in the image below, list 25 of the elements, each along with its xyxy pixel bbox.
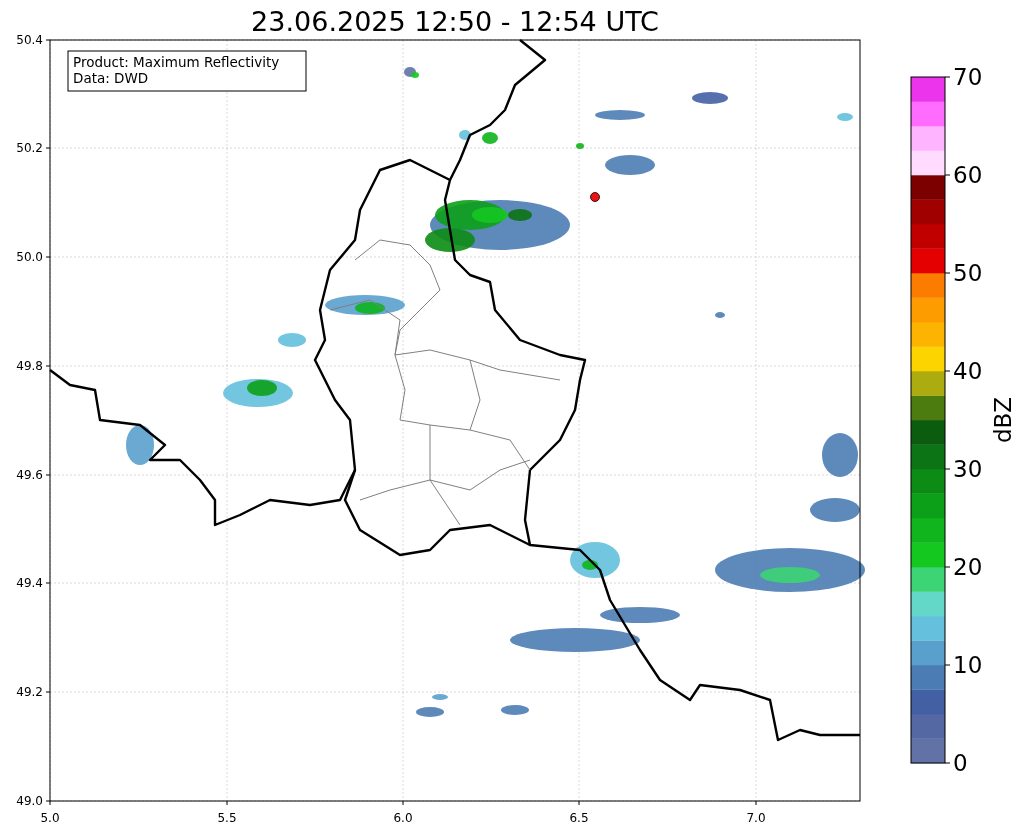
info-text: Data: DWD <box>73 70 149 86</box>
colorbar-tick-label: 10 <box>953 652 983 678</box>
colorbar-tick-label: 40 <box>953 358 983 384</box>
colorbar-tick-label: 50 <box>953 260 983 286</box>
x-tick-label: 6.0 <box>393 811 413 825</box>
chart-title: 23.06.2025 12:50 - 12:54 UTC <box>251 6 659 37</box>
colorbar-tick-label: 20 <box>953 554 983 580</box>
y-tick-label: 49.0 <box>16 794 43 808</box>
info-text: Product: Maximum Reflectivity <box>73 54 280 70</box>
x-tick-label: 7.0 <box>746 811 766 825</box>
y-tick-label: 49.8 <box>16 359 43 373</box>
y-tick-label: 49.6 <box>16 468 43 482</box>
y-tick-label: 50.4 <box>16 33 43 47</box>
colorbar-tick-label: 30 <box>953 456 983 482</box>
x-tick-label: 5.0 <box>40 811 60 825</box>
y-tick-label: 49.4 <box>16 576 43 590</box>
colorbar-tick-label: 70 <box>953 64 983 90</box>
colorbar-label: dBZ <box>990 396 1016 444</box>
y-tick-label: 50.0 <box>16 250 43 264</box>
y-tick-label: 50.2 <box>16 141 43 155</box>
colorbar-tick-label: 0 <box>953 750 968 776</box>
colorbar-tick-label: 60 <box>953 162 983 188</box>
x-tick-label: 5.5 <box>217 811 237 825</box>
x-tick-label: 6.5 <box>569 811 589 825</box>
y-tick-label: 49.2 <box>16 685 43 699</box>
